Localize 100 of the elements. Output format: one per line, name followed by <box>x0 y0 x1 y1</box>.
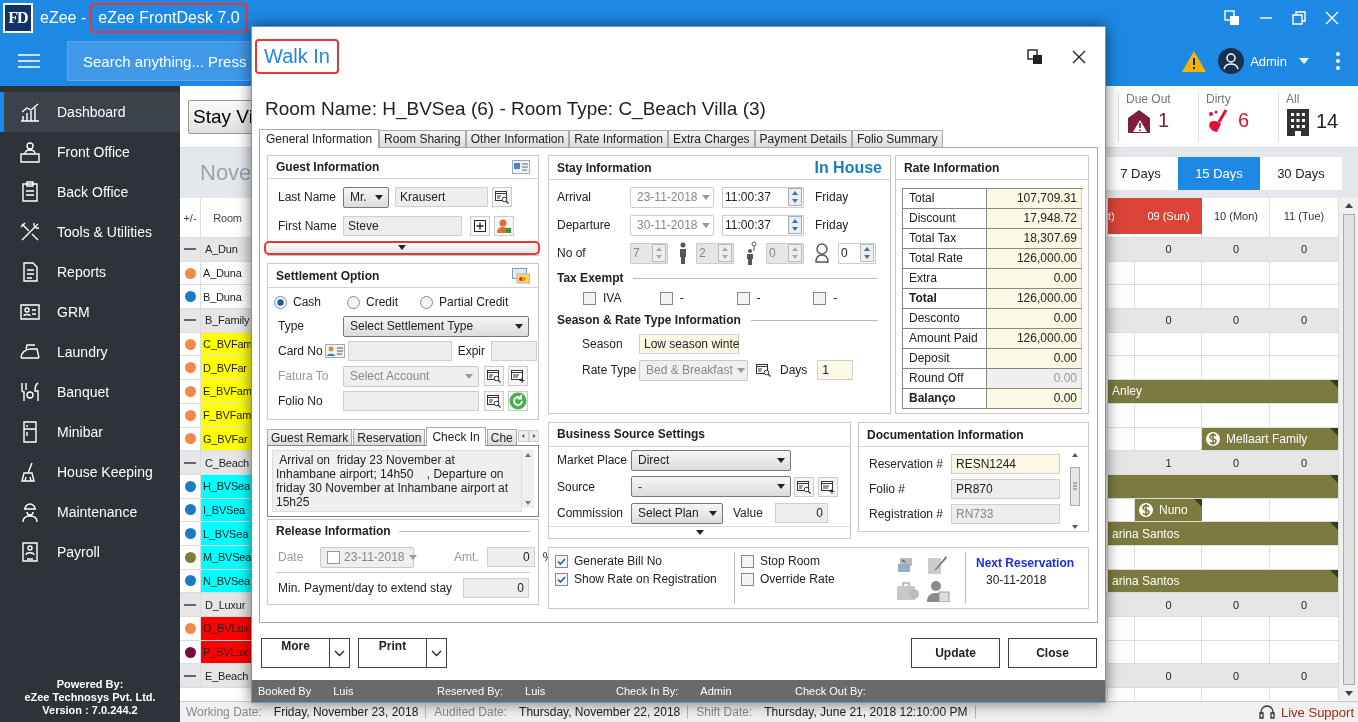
radio-icon[interactable] <box>274 295 287 309</box>
add-account-button[interactable] <box>508 366 528 386</box>
checkbox-option[interactable]: Show Rate on Registration <box>555 572 734 586</box>
date-dropdown[interactable]: 23-11-2018 <box>630 186 714 208</box>
booking-bar[interactable]: arina Santos <box>1108 569 1338 593</box>
live-support-link[interactable]: Live Support <box>1281 704 1354 720</box>
scroll-thumb[interactable] <box>1342 214 1355 685</box>
person-form-icon[interactable] <box>926 580 950 602</box>
time-field[interactable]: 11:00:37 <box>722 186 804 208</box>
expand-bar[interactable] <box>264 240 540 255</box>
radio-option[interactable]: Partial Credit <box>420 295 509 309</box>
checkbox-option[interactable]: - <box>813 291 890 305</box>
tab[interactable]: Guest Remark <box>267 429 353 445</box>
booking-bar[interactable]: Mellaart Family <box>1202 427 1338 451</box>
more-icon[interactable] <box>1336 52 1340 70</box>
close-icon[interactable] <box>1072 49 1086 64</box>
sidebar-item[interactable]: Laundry <box>0 332 180 372</box>
card-number-field[interactable] <box>347 341 452 361</box>
sidebar-item[interactable]: Back Office <box>0 172 180 212</box>
checkbox-option[interactable]: - <box>736 291 814 305</box>
collapse-icon[interactable] <box>184 319 196 322</box>
count-field[interactable]: 0 <box>838 242 876 264</box>
sidebar-item[interactable]: Maintenance <box>0 492 180 532</box>
bag-icon[interactable] <box>896 580 920 602</box>
add-button[interactable] <box>470 216 490 237</box>
lookup-button[interactable] <box>484 366 504 386</box>
checkbox-option[interactable]: IVA <box>583 291 660 305</box>
sidebar-item[interactable]: Reports <box>0 252 180 292</box>
amount-field[interactable]: 0 <box>486 547 535 567</box>
checkbox-icon[interactable] <box>741 554 754 568</box>
checkbox-icon[interactable] <box>741 572 754 586</box>
next-reservation-link[interactable]: Next Reservation <box>976 556 1075 570</box>
checkbox-option[interactable]: Stop Room <box>741 554 853 568</box>
sidebar-item[interactable]: Dashboard <box>0 92 180 132</box>
document-field[interactable]: RESN1244 <box>951 454 1060 474</box>
collapse-icon[interactable] <box>184 461 196 464</box>
translate-icon[interactable] <box>1027 48 1043 65</box>
season-field[interactable]: Low season winte <box>639 334 739 354</box>
room-name[interactable]: E_BVFam <box>201 380 252 403</box>
spinner-icon[interactable] <box>860 244 874 262</box>
scroll-up-icon[interactable] <box>1344 203 1353 208</box>
sidebar-item[interactable]: Tools & Utilities <box>0 212 180 252</box>
spinner-icon[interactable] <box>788 216 802 234</box>
scrollbar[interactable] <box>1338 198 1358 701</box>
commission-value-field[interactable]: 0 <box>774 503 828 524</box>
sidebar-item[interactable]: House Keeping <box>0 452 180 492</box>
days-field[interactable]: 1 <box>817 360 854 380</box>
range-tab[interactable]: 15 Days <box>1178 156 1260 190</box>
folio-number-field[interactable] <box>343 391 479 411</box>
checkbox-option[interactable]: Override Rate <box>741 572 853 586</box>
tab-scroll-arrows-icon[interactable] <box>517 428 539 444</box>
warning-icon[interactable] <box>1181 49 1208 73</box>
scroll-down-icon[interactable] <box>1344 691 1353 696</box>
room-name[interactable]: O_BVLux <box>201 617 252 640</box>
room-name[interactable]: L_BVSea <box>201 522 252 545</box>
room-name[interactable]: A_Duna <box>201 261 252 285</box>
collapse-icon[interactable] <box>184 603 196 606</box>
dropdown-button[interactable] <box>427 638 447 668</box>
tab[interactable]: General Information <box>259 129 380 148</box>
lookup-icon[interactable] <box>756 363 772 377</box>
booking-bar[interactable]: Nuno <box>1135 498 1202 522</box>
checkbox-icon[interactable] <box>659 291 673 305</box>
spinner-icon[interactable] <box>788 188 802 206</box>
range-tab[interactable]: 30 Days <box>1260 156 1342 190</box>
dropdown-button[interactable] <box>330 638 350 668</box>
headset-icon[interactable] <box>1259 704 1275 720</box>
action-button[interactable]: Update <box>911 638 1000 668</box>
add-guest-button[interactable] <box>494 216 514 237</box>
booking-bar[interactable]: Anley <box>1108 380 1338 403</box>
document-field[interactable]: PR870 <box>951 479 1060 499</box>
action-button[interactable]: More <box>261 638 330 668</box>
lookup-button[interactable] <box>794 476 814 497</box>
sidebar-item[interactable]: Minibar <box>0 412 180 452</box>
radio-icon[interactable] <box>347 295 360 309</box>
sidebar-item[interactable]: Front Office <box>0 132 180 172</box>
action-button[interactable]: Print <box>358 638 427 668</box>
last-name-field[interactable]: Krausert <box>395 187 488 208</box>
source-dropdown[interactable]: - <box>631 476 791 498</box>
checkbox-icon[interactable] <box>583 291 596 305</box>
remark-text[interactable]: Arrival on friday 23 November at Inhambane airport; 14h50 , Departure on friday 30 November at Inhambane airport at 15h25 <box>272 450 522 512</box>
tab[interactable]: Room Sharing <box>379 130 466 147</box>
salutation-dropdown[interactable]: Mr. <box>343 186 389 208</box>
collapse-icon[interactable] <box>184 674 196 677</box>
room-name[interactable]: B_Duna <box>201 285 252 309</box>
collapse-icon[interactable] <box>184 248 196 251</box>
checkbox-icon[interactable] <box>736 291 750 305</box>
id-card-icon[interactable] <box>512 159 530 174</box>
restore-icon[interactable] <box>1292 11 1306 25</box>
tab[interactable]: Che <box>486 429 517 445</box>
commission-dropdown[interactable]: Select Plan <box>631 502 723 524</box>
settlement-type-dropdown[interactable]: Select Settlement Type <box>343 315 529 337</box>
action-button[interactable]: Close <box>1008 638 1097 668</box>
card-icon[interactable] <box>324 343 345 359</box>
tab[interactable]: Extra Charges <box>667 130 755 147</box>
radio-option[interactable]: Cash <box>274 295 347 309</box>
lookup-button[interactable] <box>492 187 512 208</box>
time-field[interactable]: 11:00:37 <box>722 214 804 236</box>
checkbox-icon[interactable] <box>555 572 568 586</box>
caret-icon[interactable] <box>1299 58 1309 64</box>
avatar-icon[interactable] <box>1218 48 1245 74</box>
